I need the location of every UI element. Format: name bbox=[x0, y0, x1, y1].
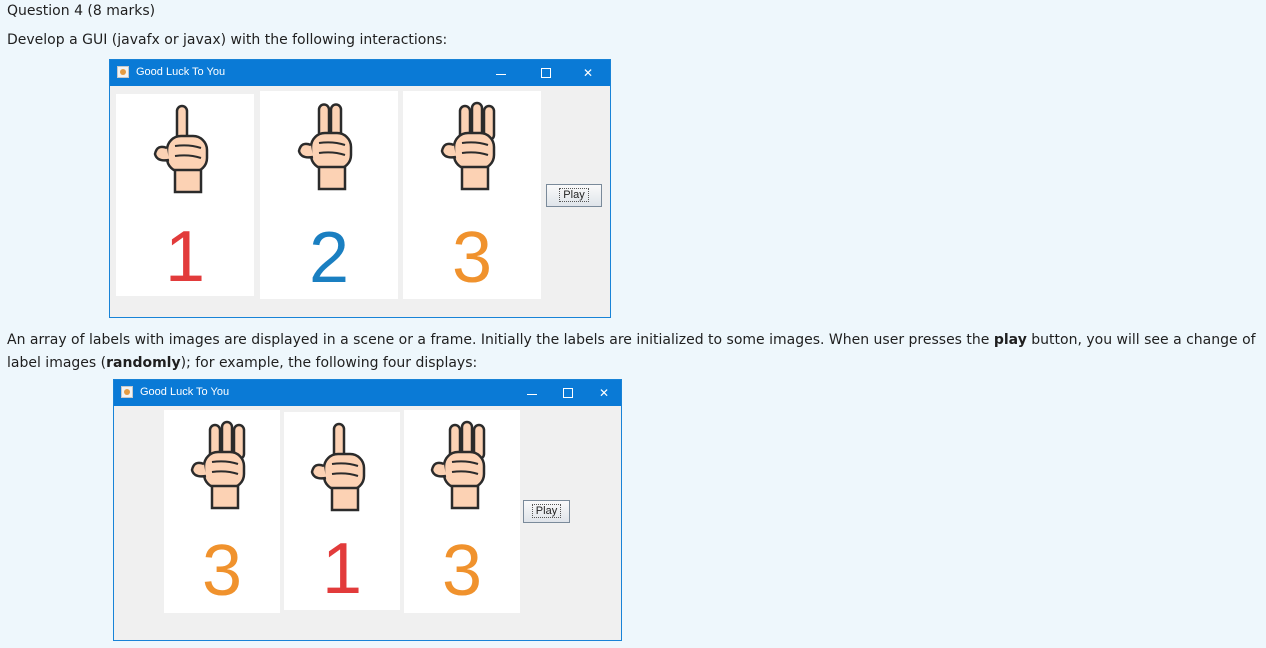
play-button[interactable]: Play bbox=[546, 184, 602, 207]
play-button[interactable]: Play bbox=[523, 500, 570, 523]
window-title: Good Luck To You bbox=[136, 66, 226, 78]
description-text: An array of labels with images are displ… bbox=[7, 332, 994, 348]
play-button-label: Play bbox=[531, 504, 562, 518]
card-number: 1 bbox=[164, 217, 206, 297]
question-instruction: Develop a GUI (javafx or javax) with the… bbox=[7, 32, 448, 48]
card-number: 1 bbox=[321, 529, 363, 609]
question-description: An array of labels with images are displ… bbox=[7, 329, 1262, 375]
maximize-icon[interactable] bbox=[524, 60, 568, 86]
card-number: 3 bbox=[441, 531, 483, 611]
close-icon[interactable] bbox=[566, 60, 610, 86]
window-title: Good Luck To You bbox=[140, 386, 230, 398]
description-play-bold: play bbox=[993, 332, 1027, 348]
card-label: 2 bbox=[260, 91, 398, 299]
card-label: 3 bbox=[164, 410, 280, 613]
window-titlebar[interactable]: Good Luck To You bbox=[110, 60, 610, 86]
minimize-icon[interactable] bbox=[480, 60, 524, 86]
description-text: ); for example, the following four displ… bbox=[180, 355, 478, 371]
description-randomly-bold: randomly bbox=[106, 355, 181, 371]
java-app-icon bbox=[121, 386, 133, 398]
card-label: 1 bbox=[116, 94, 254, 297]
card-number: 2 bbox=[308, 218, 350, 298]
window-titlebar[interactable]: Good Luck To You bbox=[114, 380, 621, 406]
close-icon[interactable] bbox=[582, 380, 626, 406]
card-number: 3 bbox=[451, 218, 493, 298]
question-title: Question 4 (8 marks) bbox=[7, 3, 156, 19]
java-app-icon bbox=[117, 66, 129, 78]
card-number: 3 bbox=[201, 531, 243, 611]
card-label: 1 bbox=[284, 412, 400, 610]
app-window-initial: Good Luck To You 1 2 3 Play bbox=[109, 59, 611, 318]
play-button-label: Play bbox=[559, 188, 589, 202]
card-label: 3 bbox=[403, 91, 541, 299]
card-label: 3 bbox=[404, 410, 520, 613]
app-window-example: Good Luck To You 3 1 3 Play bbox=[113, 379, 622, 641]
